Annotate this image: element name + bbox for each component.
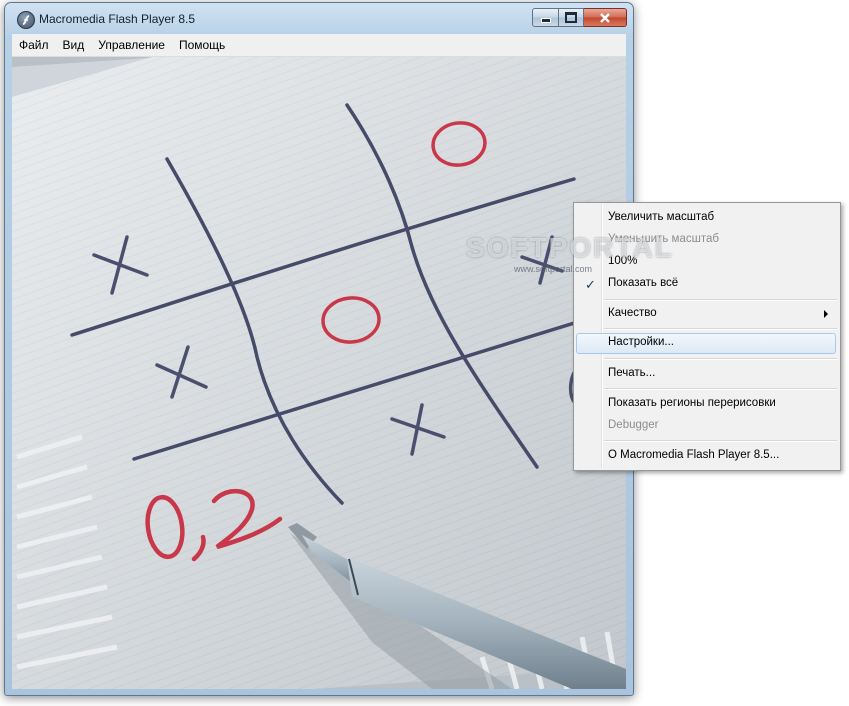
menu-zoom-in-label: Увеличить масштаб	[608, 211, 715, 223]
menu-show-all[interactable]: ✓ Показать всё	[576, 274, 836, 295]
watermark-url: www.softportal.com	[514, 264, 593, 274]
menu-about[interactable]: О Macromedia Flash Player 8.5...	[576, 446, 836, 467]
menu-settings-label: Настройки...	[608, 336, 674, 348]
menu-zoom-in[interactable]: Увеличить масштаб	[576, 208, 836, 229]
window-title: Macromedia Flash Player 8.5	[39, 12, 196, 26]
close-icon	[600, 12, 610, 23]
watermark-logo: SOFTPORTAL	[466, 232, 674, 263]
minimize-icon	[540, 18, 551, 23]
menu-separator	[604, 299, 837, 301]
menu-bar: Файл Вид Управление Помощь	[12, 34, 626, 57]
menu-debugger: Debugger	[576, 416, 836, 437]
menu-separator	[604, 440, 837, 442]
checkmark-icon: ✓	[585, 277, 596, 292]
menu-quality[interactable]: Качество	[576, 304, 836, 325]
menu-separator	[604, 388, 837, 390]
menu-settings[interactable]: Настройки...	[576, 333, 836, 354]
title-bar[interactable]: Macromedia Flash Player 8.5	[5, 3, 633, 33]
menu-debugger-label: Debugger	[608, 419, 659, 431]
menu-show-redraw-regions[interactable]: Показать регионы перерисовки	[576, 394, 836, 415]
menu-show-redraw-regions-label: Показать регионы перерисовки	[608, 397, 776, 409]
paper-shade	[12, 57, 626, 689]
menu-separator	[604, 328, 837, 330]
submenu-arrow-icon	[824, 310, 828, 318]
close-button[interactable]	[584, 8, 627, 27]
menu-about-label: О Macromedia Flash Player 8.5...	[608, 449, 780, 461]
menu-quality-label: Качество	[608, 307, 657, 319]
flash-player-icon[interactable]	[17, 11, 35, 29]
minimize-button[interactable]	[532, 8, 559, 27]
menu-print[interactable]: Печать...	[576, 364, 836, 385]
menu-view[interactable]: Вид	[56, 34, 92, 56]
menu-help[interactable]: Помощь	[172, 34, 232, 56]
menu-file[interactable]: Файл	[12, 34, 56, 56]
menu-separator	[604, 358, 837, 360]
menu-print-label: Печать...	[608, 367, 656, 379]
game-canvas[interactable]	[12, 57, 626, 689]
maximize-button[interactable]	[559, 8, 584, 27]
menu-control[interactable]: Управление	[91, 34, 172, 56]
caption-buttons	[532, 8, 627, 27]
flash-player-window: Macromedia Flash Player 8.5 Файл Вид Упр…	[4, 2, 634, 696]
flash-stage[interactable]	[12, 57, 626, 689]
maximize-icon	[565, 12, 577, 23]
menu-show-all-label: Показать всё	[608, 277, 679, 289]
